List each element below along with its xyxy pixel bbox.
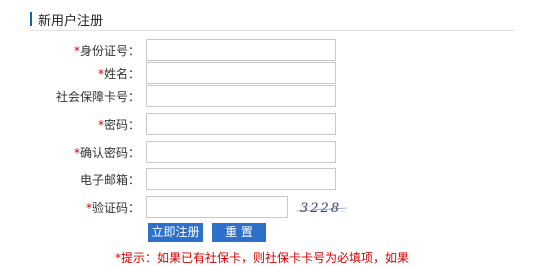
confirm-password-input[interactable] [146,141,336,163]
social-card-row: 社会保障卡号： [0,85,546,107]
page-title: 新用户注册 [38,14,104,29]
captcha-text: 3228 [300,201,341,216]
registration-tip: *提示：如果已有社保卡，则社保卡卡号为必填项，如果 [115,251,410,265]
captcha-row: *验证码： 3228 [0,196,546,218]
id-number-row: *身份证号： [0,39,546,61]
id-number-input[interactable] [146,39,336,61]
password-input[interactable] [146,113,336,135]
reset-button[interactable]: 重 置 [212,223,266,242]
confirm-password-label: *确认密码： [73,146,140,160]
name-input[interactable] [146,62,336,84]
password-label: *密码： [97,118,140,132]
email-input[interactable] [146,168,336,190]
register-button[interactable]: 立即注册 [148,223,203,242]
email-row: 电子邮箱： [0,168,546,190]
password-row: *密码： [0,113,546,135]
header-accent-bar [30,12,32,26]
captcha-label: *验证码： [85,201,140,215]
social-card-input[interactable] [146,85,336,107]
name-label: *姓名： [97,67,140,81]
social-card-label: 社会保障卡号： [55,90,140,104]
id-number-label: *身份证号： [73,44,140,58]
name-row: *姓名： [0,62,546,84]
confirm-password-row: *确认密码： [0,141,546,163]
captcha-input[interactable] [146,196,288,218]
section-header: 新用户注册 [30,9,515,31]
email-label: 电子邮箱： [79,173,140,187]
captcha-image[interactable]: 3228 [297,197,347,217]
